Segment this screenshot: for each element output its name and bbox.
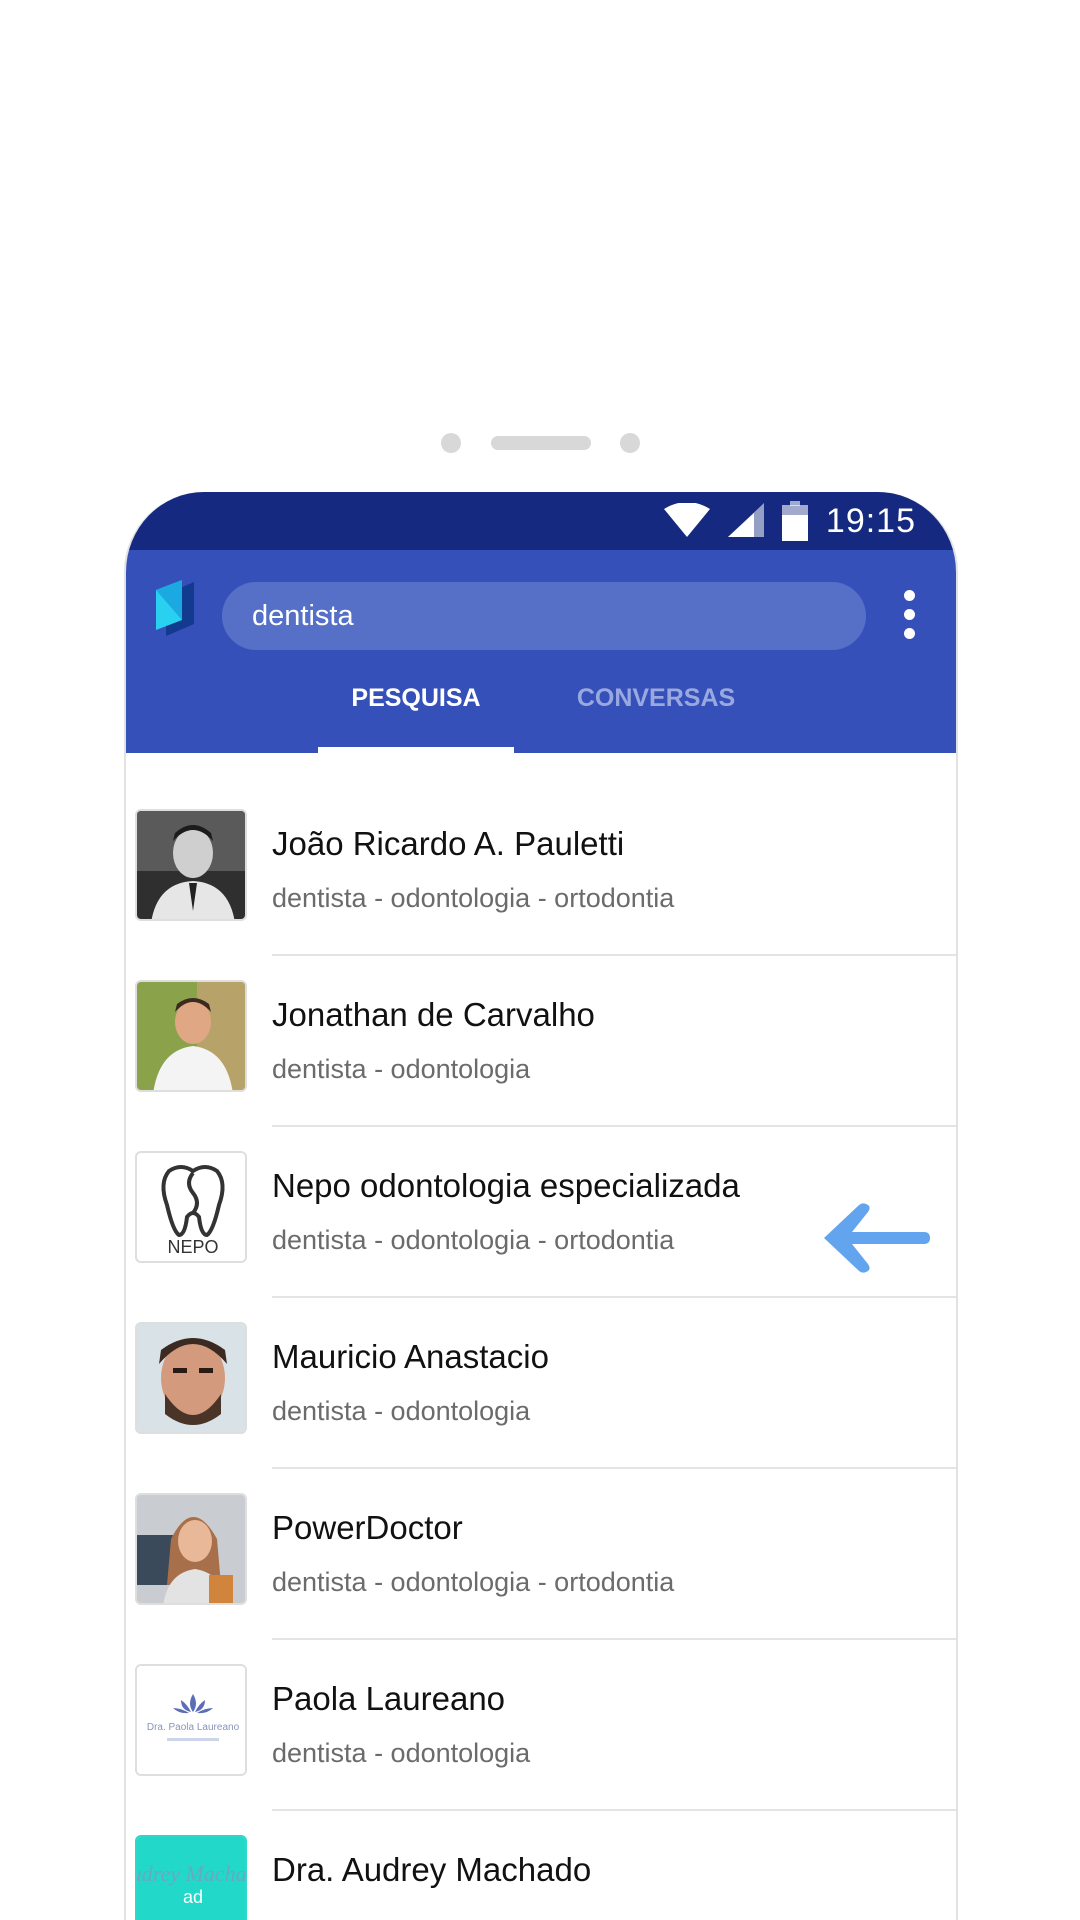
phone-frame: 19:15 dentista PESQUISA CONVERSAS João R…: [124, 492, 958, 1920]
logo-text: NEPO: [167, 1237, 218, 1257]
result-name: Mauricio Anastacio: [272, 1338, 549, 1375]
tab-conversas[interactable]: CONVERSAS: [546, 653, 766, 753]
list-item[interactable]: PowerDoctor dentista - odontologia - ort…: [126, 1437, 956, 1640]
tab-pesquisa[interactable]: PESQUISA: [318, 653, 514, 753]
logo-text: Dra. Paola Laureano: [147, 1722, 240, 1733]
result-name: PowerDoctor: [272, 1509, 463, 1546]
list-item[interactable]: Mauricio Anastacio dentista - odontologi…: [126, 1266, 956, 1469]
phone-top-sensors: [0, 430, 1080, 453]
wifi-icon: [663, 503, 710, 537]
list-item[interactable]: Jonathan de Carvalho dentista - odontolo…: [126, 924, 956, 1127]
app-logo-icon: [156, 580, 194, 636]
list-item[interactable]: Audrey Machadoad Dra. Audrey Machado: [126, 1779, 956, 1920]
front-camera-icon: [441, 433, 461, 453]
avatar: [135, 1322, 247, 1434]
logo-text: Audrey Machado: [137, 1861, 247, 1886]
avatar: [135, 809, 247, 921]
search-input[interactable]: dentista: [222, 582, 866, 650]
svg-text:ad: ad: [183, 1887, 203, 1907]
logo-thumbnail: Audrey Machadoad: [135, 1835, 247, 1920]
arrow-left-icon: [824, 1203, 930, 1273]
app-bar: dentista PESQUISA CONVERSAS: [126, 550, 956, 753]
tab-bar: PESQUISA CONVERSAS: [126, 653, 956, 753]
result-tags: dentista - odontologia: [272, 1054, 531, 1084]
status-bar: 19:15: [126, 492, 956, 550]
logo-thumbnail: NEPO: [135, 1151, 247, 1263]
avatar: [135, 1493, 247, 1605]
result-tags: dentista - odontologia - ortodontia: [272, 1225, 675, 1255]
speaker-grille: [491, 436, 591, 450]
result-tags: dentista - odontologia - ortodontia: [272, 883, 675, 913]
battery-icon: [781, 501, 808, 541]
sensor-dot-icon: [620, 433, 640, 453]
screen: 19:15 dentista PESQUISA CONVERSAS João R…: [0, 0, 1080, 1920]
logo-thumbnail: Dra. Paola Laureano: [135, 1664, 247, 1776]
result-tags: dentista - odontologia: [272, 1396, 531, 1426]
result-name: Dra. Audrey Machado: [272, 1851, 592, 1888]
result-name: Jonathan de Carvalho: [272, 996, 595, 1033]
signal-icon: [727, 503, 764, 537]
list-item[interactable]: NEPO Nepo odontologia especializada dent…: [126, 1095, 956, 1298]
status-time: 19:15: [825, 501, 916, 540]
list-item[interactable]: João Ricardo A. Pauletti dentista - odon…: [126, 753, 956, 956]
result-tags: dentista - odontologia - ortodontia: [272, 1567, 675, 1597]
more-options-icon[interactable]: [902, 590, 916, 640]
result-tags: dentista - odontologia: [272, 1738, 531, 1768]
result-name: Nepo odontologia especializada: [272, 1167, 740, 1204]
result-name: João Ricardo A. Pauletti: [272, 825, 625, 862]
avatar: [135, 980, 247, 1092]
list-item[interactable]: Dra. Paola Laureano Paola Laureano denti…: [126, 1608, 956, 1811]
result-name: Paola Laureano: [272, 1680, 506, 1717]
